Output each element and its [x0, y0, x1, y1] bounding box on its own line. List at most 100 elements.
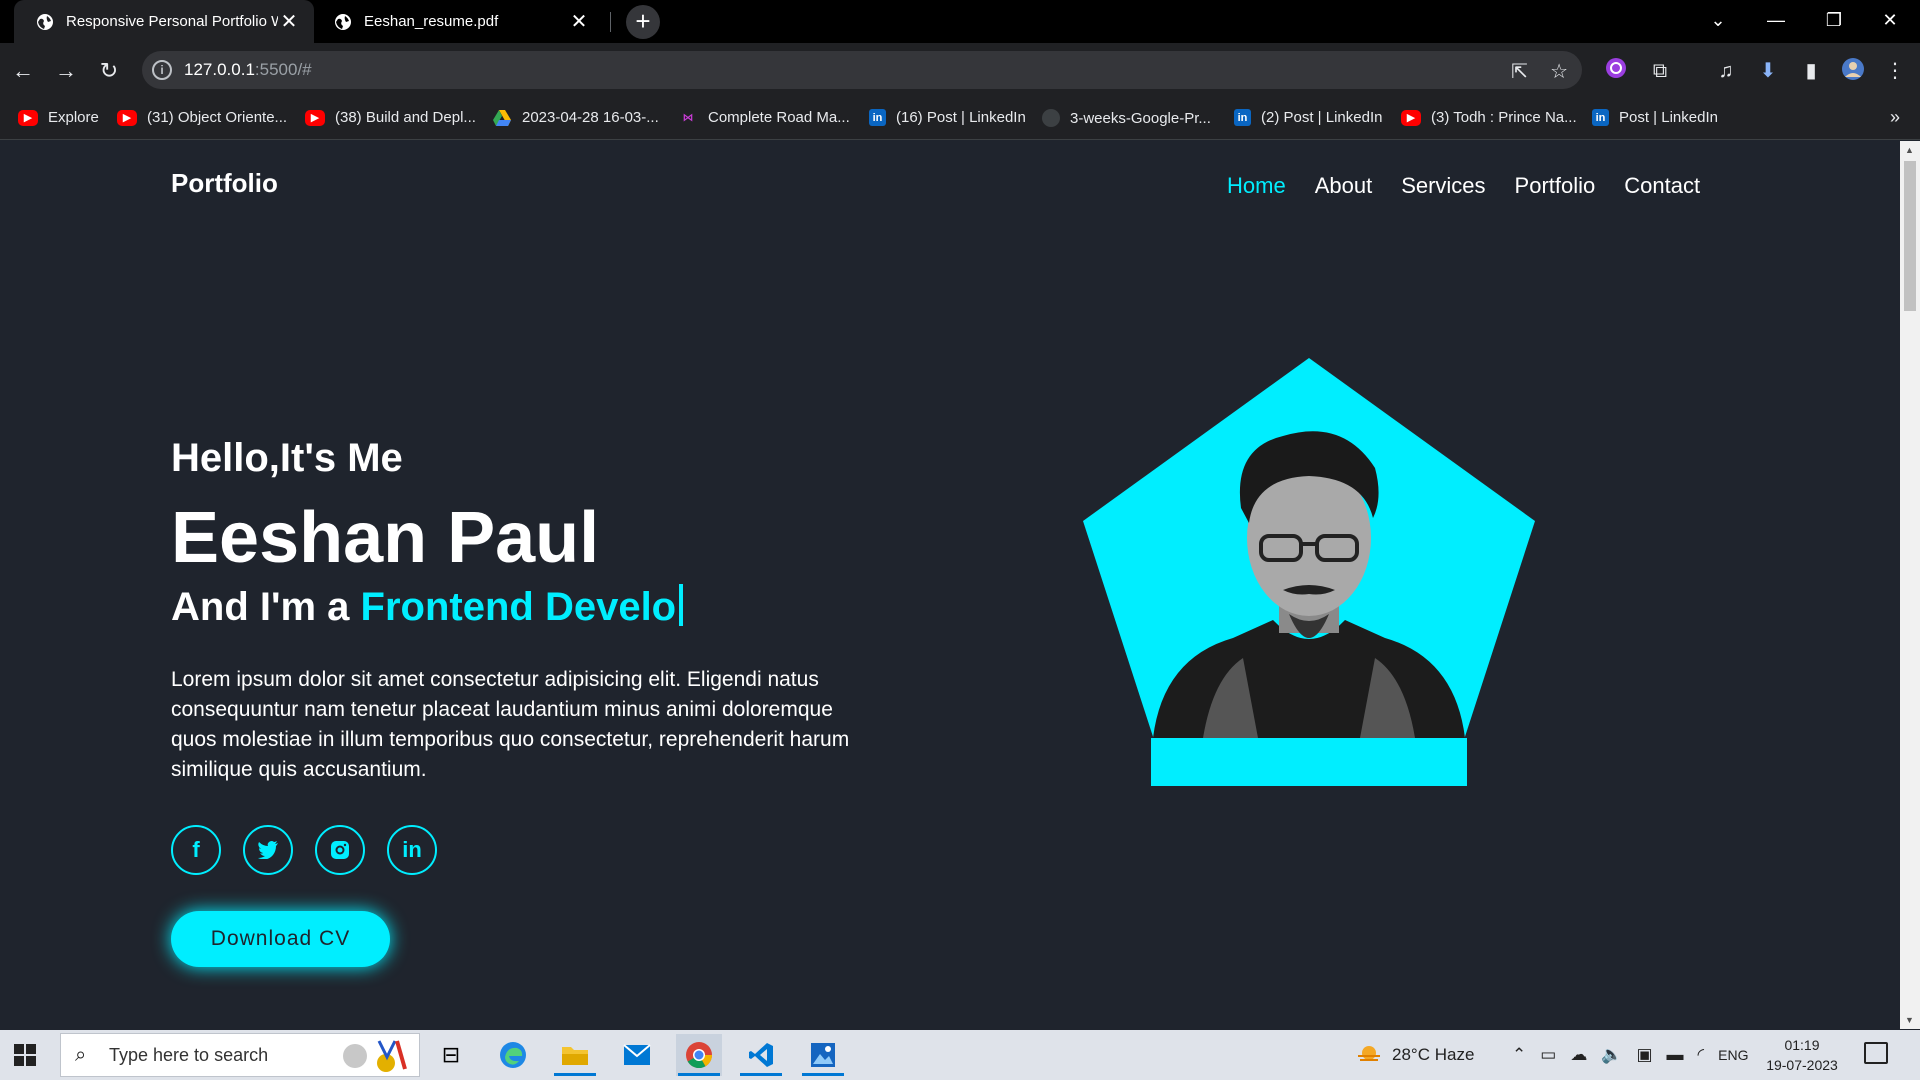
extensions-puzzle-icon[interactable]: ⧉ — [1646, 57, 1674, 85]
page-scrollbar[interactable]: ▲ ▼ — [1900, 141, 1920, 1029]
hero-name: Eeshan Paul — [171, 498, 600, 578]
profile-avatar-icon[interactable] — [1839, 57, 1867, 85]
browser-menu-icon[interactable]: ⋮ — [1881, 57, 1909, 85]
show-hidden-icons-icon[interactable]: ⌃ — [1512, 1045, 1526, 1065]
bookmark-item[interactable]: 3-weeks-Google-Pr... — [1042, 109, 1211, 127]
nav-contact[interactable]: Contact — [1624, 173, 1700, 199]
tab-divider — [610, 12, 611, 32]
close-tab-icon[interactable]: ✕ — [278, 9, 300, 34]
onedrive-icon[interactable]: ☁ — [1570, 1045, 1587, 1065]
wifi-icon[interactable]: ◜ — [1698, 1045, 1705, 1065]
profile-image — [1083, 358, 1535, 786]
bookmark-item[interactable]: in Post | LinkedIn — [1592, 109, 1718, 126]
display-icon[interactable]: ▣ — [1636, 1045, 1652, 1065]
linkedin-icon: in — [869, 109, 886, 126]
youtube-icon: ▶ — [305, 109, 325, 126]
notification-center-icon[interactable] — [1864, 1042, 1888, 1064]
scroll-up-icon[interactable]: ▲ — [1905, 145, 1914, 155]
photos-icon[interactable] — [800, 1034, 846, 1076]
site-logo[interactable]: Portfolio — [171, 168, 278, 199]
weather-haze-icon — [1356, 1043, 1382, 1068]
tab-title: Eeshan_resume.pdf — [364, 13, 499, 30]
minimize-button[interactable]: — — [1748, 0, 1804, 40]
bookmark-item[interactable]: ▶ Explore — [18, 109, 99, 126]
system-clock[interactable]: 01:19 19-07-2023 — [1760, 1035, 1844, 1075]
media-control-icon[interactable]: ♫ — [1712, 57, 1740, 85]
social-links: f in — [171, 825, 437, 875]
battery-icon[interactable]: ▬ — [1667, 1045, 1684, 1065]
windows-taskbar: ⌕ Type here to search ⊟ 28°C Haze ⌃ ▭ ☁ … — [0, 1030, 1920, 1080]
tab-portfolio[interactable]: Responsive Personal Portfolio W ✕ — [14, 0, 314, 43]
bookmark-item[interactable]: in (2) Post | LinkedIn — [1234, 109, 1382, 126]
hero-greeting: Hello,It's Me — [171, 436, 403, 480]
instagram-icon[interactable] — [315, 825, 365, 875]
download-icon[interactable]: ⬇ — [1754, 57, 1782, 85]
hero-role: And I'm a Frontend Develo — [171, 584, 684, 630]
linkedin-icon[interactable]: in — [387, 825, 437, 875]
close-window-button[interactable]: ✕ — [1862, 0, 1918, 40]
browser-toolbar: ← → ↻ i 127.0.0.1:5500/# ⇱ ☆ ⧉ ♫ ⬇ ▮ ⋮ — [0, 43, 1920, 98]
windows-start-icon[interactable] — [14, 1044, 36, 1071]
download-cv-button[interactable]: Download CV — [171, 911, 390, 967]
forward-icon[interactable]: → — [51, 56, 81, 86]
bookmark-item[interactable]: in (16) Post | LinkedIn — [869, 109, 1026, 126]
youtube-icon: ▶ — [117, 109, 137, 126]
tab-resume[interactable]: Eeshan_resume.pdf ✕ — [320, 0, 604, 43]
scroll-down-icon[interactable]: ▼ — [1905, 1015, 1914, 1025]
nav-home[interactable]: Home — [1227, 173, 1286, 199]
bookmark-star-icon[interactable]: ☆ — [1550, 59, 1568, 84]
scrollbar-thumb[interactable] — [1904, 161, 1916, 311]
weather-widget[interactable]: 28°C Haze — [1356, 1030, 1474, 1080]
twitter-icon[interactable] — [243, 825, 293, 875]
google-drive-icon — [492, 109, 512, 126]
globe-icon — [36, 13, 54, 31]
facebook-icon[interactable]: f — [171, 825, 221, 875]
vscode-icon[interactable] — [738, 1034, 784, 1076]
share-icon[interactable]: ⇱ — [1511, 59, 1528, 84]
taskbar-search-box[interactable]: ⌕ Type here to search — [60, 1033, 420, 1077]
url-text[interactable]: 127.0.0.1:5500/# — [184, 60, 312, 80]
typing-cursor — [679, 584, 684, 626]
roadmap-icon: ⋈ — [682, 112, 694, 124]
bookmark-item[interactable]: ▶ (31) Object Oriente... — [117, 109, 287, 126]
nav-about[interactable]: About — [1315, 173, 1373, 199]
bookmark-item[interactable]: 2023-04-28 16-03-... — [492, 109, 659, 126]
meet-now-icon[interactable]: ▭ — [1540, 1045, 1556, 1065]
tab-search-icon[interactable]: ⌄ — [1690, 0, 1746, 40]
browser-tab-strip: Responsive Personal Portfolio W ✕ Eeshan… — [0, 0, 1920, 43]
youtube-icon: ▶ — [18, 109, 38, 126]
mail-icon[interactable] — [614, 1034, 660, 1076]
language-indicator[interactable]: ENG — [1718, 1047, 1748, 1063]
site-nav: Home About Services Portfolio Contact — [1227, 173, 1700, 199]
more-bookmarks-button[interactable]: » — [1890, 107, 1900, 128]
linkedin-icon: in — [1234, 109, 1251, 126]
search-placeholder: Type here to search — [109, 1044, 269, 1065]
chrome-icon[interactable] — [676, 1034, 722, 1076]
linkedin-icon: in — [1592, 109, 1609, 126]
task-view-icon[interactable]: ⊟ — [428, 1034, 474, 1076]
bookmark-item[interactable]: ▶ (3) Todh : Prince Na... — [1401, 109, 1577, 126]
nav-services[interactable]: Services — [1401, 173, 1485, 199]
bookmark-item[interactable]: ⋈ Complete Road Ma... — [678, 109, 850, 126]
search-icon: ⌕ — [75, 1044, 87, 1066]
extension-purple-icon[interactable] — [1602, 57, 1630, 85]
back-icon[interactable]: ← — [8, 56, 38, 86]
youtube-icon: ▶ — [1401, 109, 1421, 126]
nav-portfolio[interactable]: Portfolio — [1515, 173, 1596, 199]
address-bar[interactable]: i 127.0.0.1:5500/# ⇱ ☆ — [142, 51, 1582, 89]
close-tab-icon[interactable]: ✕ — [568, 9, 590, 34]
side-panel-icon[interactable]: ▮ — [1797, 57, 1825, 85]
volume-icon[interactable]: 🔈 — [1601, 1045, 1622, 1065]
file-explorer-icon[interactable] — [552, 1034, 598, 1076]
hero-description: Lorem ipsum dolor sit amet consectetur a… — [171, 668, 850, 781]
weather-text: 28°C Haze — [1392, 1045, 1475, 1064]
edge-browser-icon[interactable] — [490, 1034, 536, 1076]
github-icon — [1042, 109, 1060, 127]
reload-icon[interactable]: ↻ — [94, 56, 124, 86]
new-tab-button[interactable]: + — [626, 5, 660, 39]
tab-title: Responsive Personal Portfolio W — [66, 13, 278, 30]
restore-button[interactable]: ❐ — [1806, 0, 1862, 40]
site-info-icon[interactable]: i — [152, 60, 172, 80]
bookmark-item[interactable]: ▶ (38) Build and Depl... — [305, 109, 476, 126]
globe-icon — [334, 13, 352, 31]
